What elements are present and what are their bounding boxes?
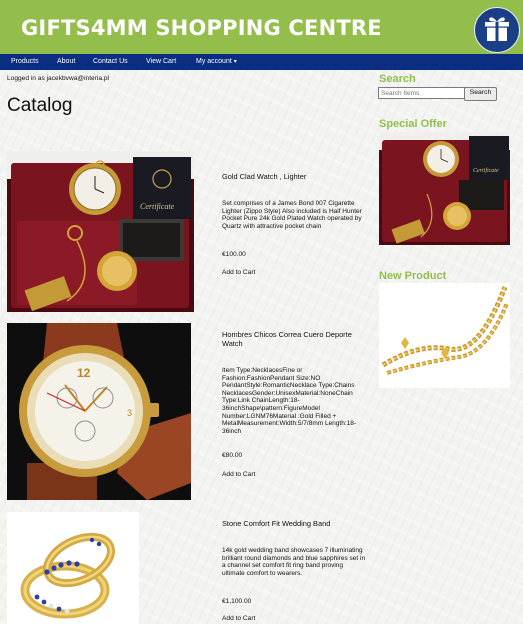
product-price: €80.00 xyxy=(222,452,243,459)
product-price: €100.00 xyxy=(222,251,246,258)
main-nav: Products About Contact Us View Cart My a… xyxy=(0,54,523,70)
product-name[interactable]: Gold Clad Watch , Lighter xyxy=(222,172,367,181)
search-button[interactable]: Search xyxy=(464,87,497,101)
new-product-image[interactable] xyxy=(379,283,510,388)
nav-my-account[interactable]: My account ▾ xyxy=(196,54,237,70)
product-description: 14k gold wedding band showcases 7 illumi… xyxy=(222,547,366,577)
product-image-wedding-rings[interactable] xyxy=(7,512,139,624)
logged-in-status: Logged in as jacekbvwa@interia.pl xyxy=(7,75,109,82)
svg-text:Certificate: Certificate xyxy=(473,167,499,174)
svg-text:Certificate: Certificate xyxy=(140,202,175,211)
add-to-cart-button[interactable]: Add to Cart xyxy=(222,471,255,478)
add-to-cart-button[interactable]: Add to Cart xyxy=(222,615,255,622)
product-name[interactable]: Hombres Chicos Correa Cuero Deporte Watc… xyxy=(222,330,367,348)
special-offer-image[interactable]: Certificate xyxy=(379,132,510,245)
product-price: €1,100.00 xyxy=(222,598,252,605)
product-image-gift-set[interactable]: Certificate xyxy=(7,151,194,312)
nav-products[interactable]: Products xyxy=(11,54,39,70)
search-input[interactable] xyxy=(378,87,466,99)
product-name[interactable]: Stone Comfort Fit Wedding Band xyxy=(222,519,367,528)
svg-text:3: 3 xyxy=(127,408,132,418)
product-description: Item Type:NecklacesFine or Fashion:Fashi… xyxy=(222,367,357,435)
nav-my-account-label: My account xyxy=(196,58,232,65)
caret-down-icon: ▾ xyxy=(233,59,237,65)
nav-view-cart[interactable]: View Cart xyxy=(146,54,176,70)
add-to-cart-button[interactable]: Add to Cart xyxy=(222,269,255,276)
site-title: GIFTS4MM SHOPPING CENTRE xyxy=(21,16,382,40)
nav-contact-us[interactable]: Contact Us xyxy=(93,54,128,70)
new-product-heading: New Product xyxy=(379,270,447,282)
gift-box-icon[interactable] xyxy=(474,7,520,53)
svg-text:12: 12 xyxy=(77,366,91,380)
page-title: Catalog xyxy=(7,95,73,116)
site-header: GIFTS4MM SHOPPING CENTRE xyxy=(0,0,523,54)
product-description: Set comprises of a James Bond 007 Cigare… xyxy=(222,200,362,230)
special-offer-heading: Special Offer xyxy=(379,118,447,130)
nav-about[interactable]: About xyxy=(57,54,75,70)
search-heading: Search xyxy=(379,73,416,85)
product-image-wristwatch[interactable]: 12 3 xyxy=(7,323,191,500)
